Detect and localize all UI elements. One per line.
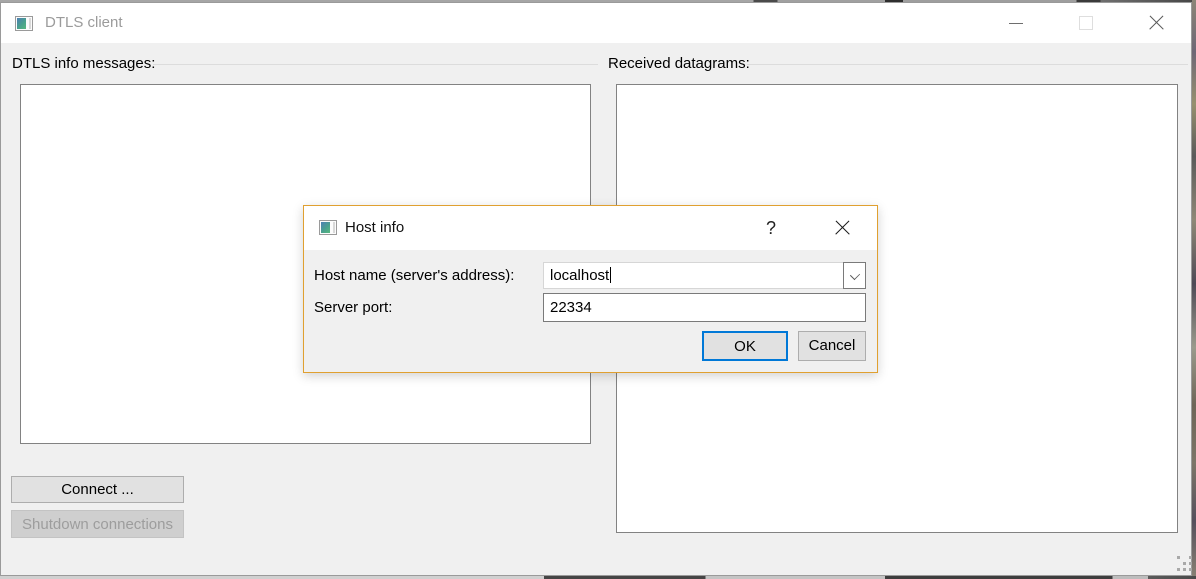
combobox-dropdown-button[interactable]	[843, 262, 866, 289]
server-port-label: Server port:	[314, 299, 392, 316]
cancel-button[interactable]: Cancel	[798, 331, 866, 361]
host-name-combobox[interactable]: localhost	[543, 262, 866, 289]
dialog-titlebar: Host info ?	[304, 206, 877, 250]
app-icon-stripe	[29, 18, 31, 29]
host-info-dialog: Host info ? Host name (server's address)…	[303, 205, 878, 373]
desktop: DTLS client DTLS info messages: Received…	[0, 0, 1196, 579]
resize-grip[interactable]	[1177, 556, 1193, 572]
background-sliver-right	[1192, 0, 1196, 579]
dtls-info-group-line	[153, 64, 598, 65]
host-name-value: localhost	[550, 267, 611, 284]
minimize-button[interactable]	[981, 3, 1051, 43]
ok-button[interactable]: OK	[702, 331, 788, 361]
maximize-icon	[1079, 16, 1093, 30]
dtls-info-group-label: DTLS info messages:	[12, 55, 155, 72]
received-datagrams-group-label: Received datagrams:	[608, 55, 750, 72]
dialog-help-button[interactable]: ?	[756, 213, 786, 243]
window-title: DTLS client	[45, 14, 123, 31]
dialog-app-icon	[319, 220, 337, 235]
app-icon	[15, 16, 33, 31]
shutdown-connections-button[interactable]: Shutdown connections	[11, 510, 184, 538]
close-button[interactable]	[1121, 3, 1191, 43]
dialog-close-button[interactable]	[827, 213, 857, 243]
chevron-down-icon	[850, 270, 860, 280]
received-datagrams-group-line	[747, 64, 1188, 65]
app-icon-pane	[17, 18, 26, 29]
dialog-app-icon-stripe	[333, 222, 335, 233]
dialog-close-icon	[834, 220, 850, 236]
dialog-title: Host info	[345, 219, 404, 236]
main-titlebar: DTLS client	[1, 3, 1191, 43]
dialog-app-icon-pane	[321, 222, 330, 233]
close-icon	[1148, 15, 1164, 31]
host-name-label: Host name (server's address):	[314, 267, 514, 284]
maximize-button[interactable]	[1051, 3, 1121, 43]
server-port-input[interactable]	[543, 293, 866, 322]
minimize-icon	[1009, 23, 1023, 24]
connect-button[interactable]: Connect ...	[11, 476, 184, 503]
caption-buttons	[981, 3, 1191, 43]
text-caret	[610, 267, 611, 283]
